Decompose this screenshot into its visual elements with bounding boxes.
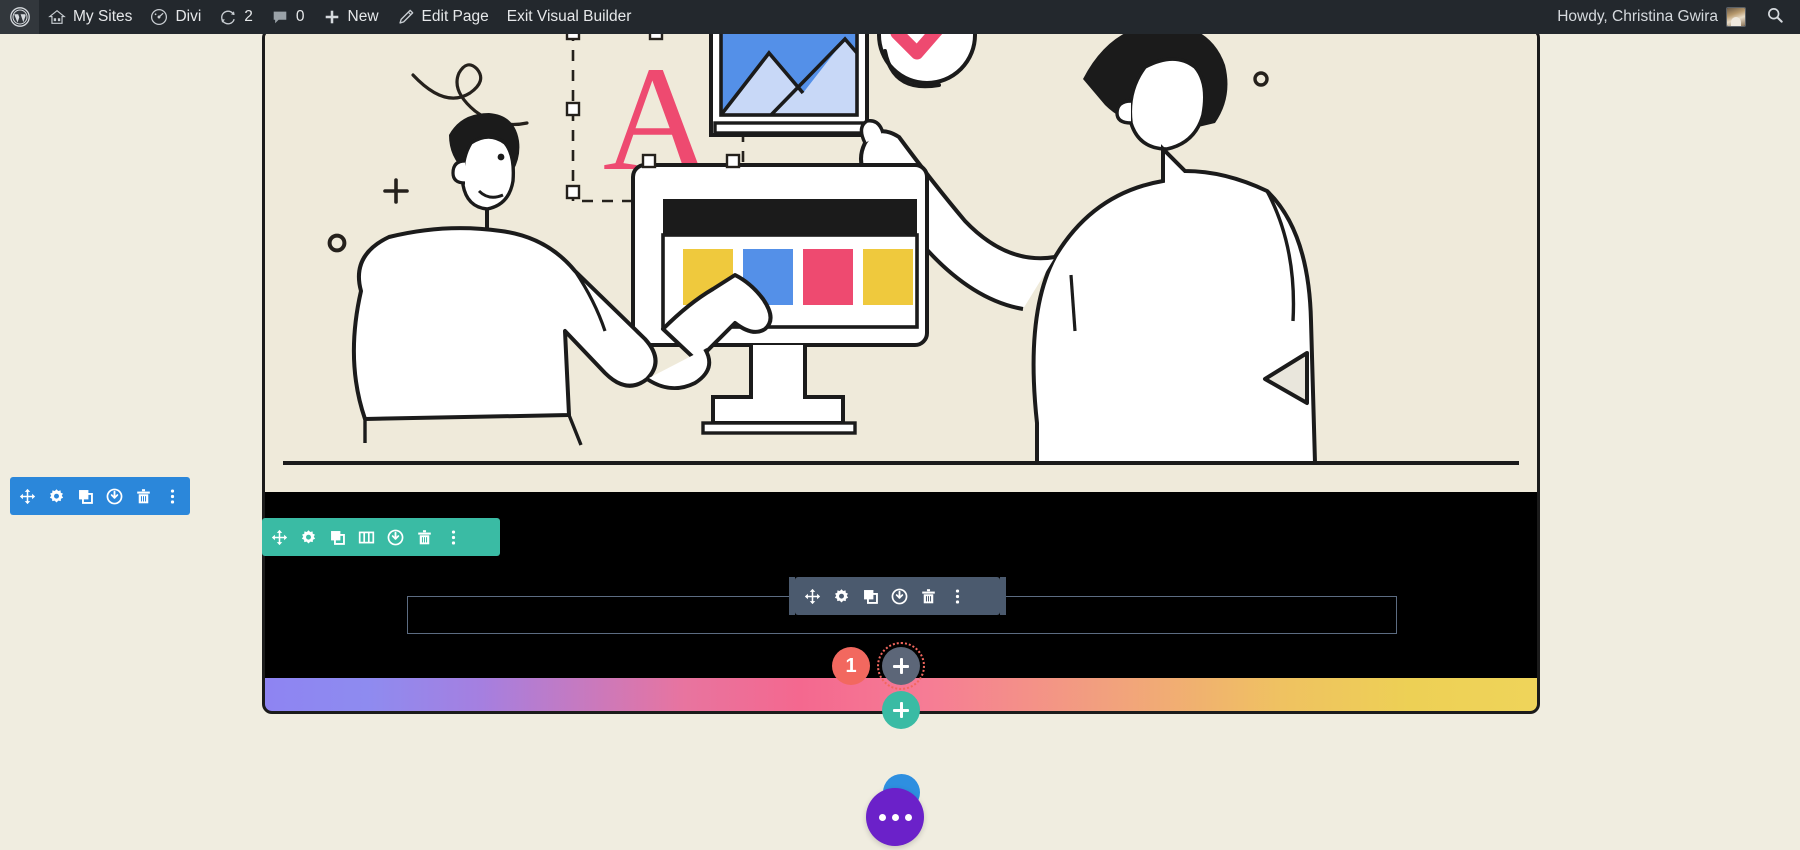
row-settings-button[interactable] — [42, 477, 71, 515]
row-toolbar[interactable] — [10, 477, 190, 515]
trash-icon — [920, 588, 937, 605]
row-more-button[interactable] — [158, 477, 187, 515]
plus-icon — [323, 8, 341, 26]
module-move-button[interactable] — [798, 577, 827, 615]
trash-icon — [135, 488, 152, 505]
page-canvas: A 1 — [0, 28, 1800, 850]
move-icon — [271, 529, 288, 546]
admin-bar-new-label: New — [347, 8, 379, 25]
divi-floating-menu-button[interactable] — [866, 788, 924, 846]
admin-bar-divi[interactable]: Divi — [141, 0, 210, 34]
illustration-region: A — [265, 31, 1537, 492]
module-delete-button[interactable] — [914, 577, 943, 615]
section-columns-button[interactable] — [352, 518, 381, 556]
power-icon — [106, 488, 123, 505]
duplicate-icon — [329, 529, 346, 546]
admin-bar-howdy-label: Howdy, Christina Gwira — [1557, 8, 1718, 25]
sites-house-icon — [48, 8, 66, 26]
admin-bar-comments-count: 0 — [295, 8, 305, 25]
search-icon — [1766, 6, 1784, 29]
module-duplicate-button[interactable] — [856, 577, 885, 615]
admin-bar-updates-count: 2 — [244, 8, 253, 25]
section-settings-button[interactable] — [294, 518, 323, 556]
more-dots-icon — [164, 488, 181, 505]
module-toolbar[interactable] — [789, 577, 1006, 615]
pencil-icon — [397, 8, 415, 26]
add-row-button[interactable] — [882, 691, 920, 729]
module-disable-button[interactable] — [885, 577, 914, 615]
module-more-button[interactable] — [943, 577, 972, 615]
power-icon — [387, 529, 404, 546]
row-disable-button[interactable] — [100, 477, 129, 515]
section-move-button[interactable] — [265, 518, 294, 556]
power-icon — [891, 588, 908, 605]
row-move-button[interactable] — [13, 477, 42, 515]
admin-bar-my-sites-label: My Sites — [73, 8, 133, 25]
section-disable-button[interactable] — [381, 518, 410, 556]
divi-speedometer-icon — [150, 8, 168, 26]
admin-bar-new[interactable]: New — [314, 0, 388, 34]
duplicate-icon — [862, 588, 879, 605]
divi-floating-menu[interactable] — [866, 774, 936, 846]
admin-bar-exit-visual-builder[interactable]: Exit Visual Builder — [498, 0, 641, 34]
row-duplicate-button[interactable] — [71, 477, 100, 515]
admin-bar-updates[interactable]: 2 — [210, 0, 262, 34]
revisions-icon — [219, 8, 237, 26]
image-frame-mountains — [709, 31, 869, 137]
admin-bar-my-account[interactable]: Howdy, Christina Gwira — [1548, 0, 1754, 34]
move-icon — [19, 488, 36, 505]
add-module-button[interactable] — [877, 642, 925, 690]
admin-bar-right-group: Howdy, Christina Gwira — [1548, 0, 1800, 34]
avatar — [1727, 8, 1745, 26]
plus-icon — [893, 658, 909, 674]
admin-bar-comments[interactable]: 0 — [262, 0, 314, 34]
comment-bubble-icon — [271, 8, 289, 26]
columns-icon — [358, 529, 375, 546]
admin-bar-exit-visual-builder-label: Exit Visual Builder — [506, 8, 632, 25]
admin-bar-edit-page-label: Edit Page — [421, 8, 489, 25]
admin-bar-my-sites[interactable]: My Sites — [39, 0, 141, 34]
row-delete-button[interactable] — [129, 477, 158, 515]
section-more-button[interactable] — [439, 518, 468, 556]
admin-bar-edit-page[interactable]: Edit Page — [388, 0, 498, 34]
gear-icon — [833, 588, 850, 605]
team-designing-website-illustration: A — [265, 31, 1537, 492]
section-toolbar[interactable] — [262, 518, 500, 556]
module-settings-button[interactable] — [827, 577, 856, 615]
admin-bar-search-button[interactable] — [1754, 0, 1796, 34]
three-dots-icon — [878, 813, 886, 821]
admin-bar-divi-label: Divi — [175, 8, 202, 25]
trash-icon — [416, 529, 433, 546]
gear-icon — [48, 488, 65, 505]
section-delete-button[interactable] — [410, 518, 439, 556]
three-dots-icon-2 — [891, 813, 899, 821]
duplicate-icon — [77, 488, 94, 505]
more-dots-icon — [949, 588, 966, 605]
three-dots-icon-3 — [904, 813, 912, 821]
move-icon — [804, 588, 821, 605]
gear-icon — [300, 529, 317, 546]
wordpress-logo-icon — [10, 7, 30, 27]
plus-icon — [893, 702, 909, 718]
more-dots-icon — [445, 529, 462, 546]
section-duplicate-button[interactable] — [323, 518, 352, 556]
wp-admin-bar: My Sites Divi 2 0 New Edit Page Exit Vis… — [0, 0, 1800, 34]
admin-bar-wp-logo[interactable] — [0, 0, 39, 34]
column-count-label: 1 — [845, 654, 857, 677]
column-count-badge: 1 — [832, 647, 870, 685]
